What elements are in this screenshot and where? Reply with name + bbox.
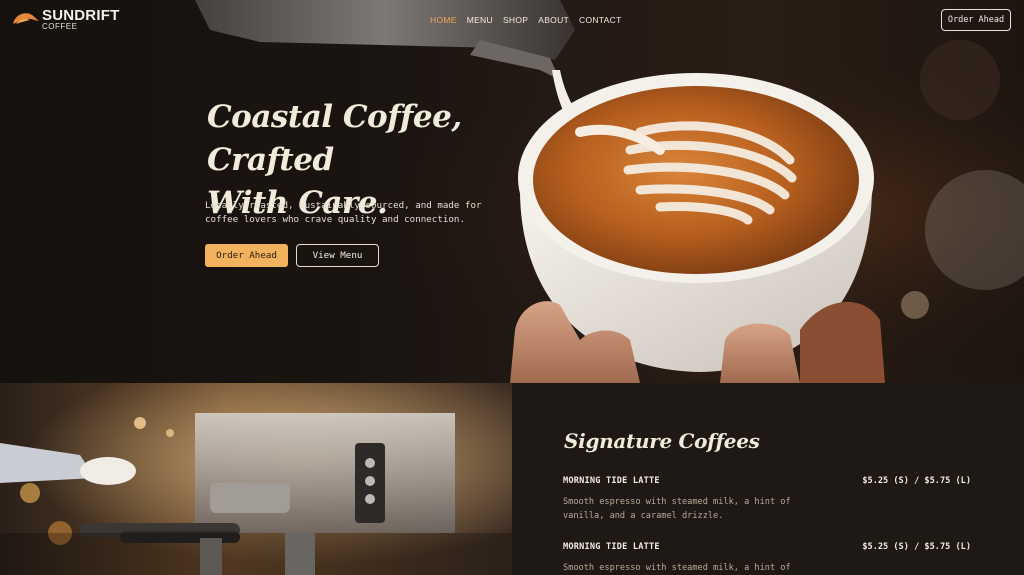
view-menu-button[interactable]: View Menu — [296, 244, 379, 267]
nav-contact[interactable]: CONTACT — [579, 15, 622, 25]
menu-item-description: Smooth espresso with steamed milk, a hin… — [563, 563, 791, 573]
section-heading: Signature Coffees — [564, 429, 760, 453]
menu-item-price: $5.25 (S) / $5.75 (L) — [862, 476, 971, 486]
menu-item-price: $5.25 (S) / $5.75 (L) — [862, 542, 971, 552]
brand-logo[interactable]: SUNDRIFT COFFEE — [12, 8, 119, 31]
nav-shop[interactable]: SHOP — [503, 15, 528, 25]
espresso-machine-image — [0, 383, 512, 575]
menu-item-name: MORNING TIDE LATTE — [563, 476, 660, 486]
hero-section: SUNDRIFT COFFEE HOME MENU SHOP ABOUT CON… — [0, 0, 1024, 383]
order-ahead-button[interactable]: Order Ahead — [205, 244, 288, 267]
main-menu: HOME MENU SHOP ABOUT CONTACT — [430, 15, 622, 25]
hero-title-line-1: Coastal Coffee, Crafted — [207, 99, 462, 178]
espresso-machine-photo — [0, 383, 512, 575]
menu-item-description: Smooth espresso with steamed milk, a hin… — [563, 497, 791, 521]
sun-wave-icon — [13, 13, 39, 24]
signature-coffees-section: Signature Coffees MORNING TIDE LATTE $5.… — [512, 383, 1024, 575]
brand-subtitle: COFFEE — [42, 22, 78, 31]
nav-menu[interactable]: MENU — [467, 15, 493, 25]
nav-about[interactable]: ABOUT — [538, 15, 569, 25]
hero-description: Locally roasted, sustainably sourced, an… — [205, 200, 482, 225]
menu-item-name: MORNING TIDE LATTE — [563, 542, 660, 552]
brand-name: SUNDRIFT — [42, 7, 120, 24]
nav-home[interactable]: HOME — [430, 15, 457, 25]
order-ahead-nav-button[interactable]: Order Ahead — [941, 9, 1011, 31]
top-nav: SUNDRIFT COFFEE HOME MENU SHOP ABOUT CON… — [0, 0, 1024, 40]
